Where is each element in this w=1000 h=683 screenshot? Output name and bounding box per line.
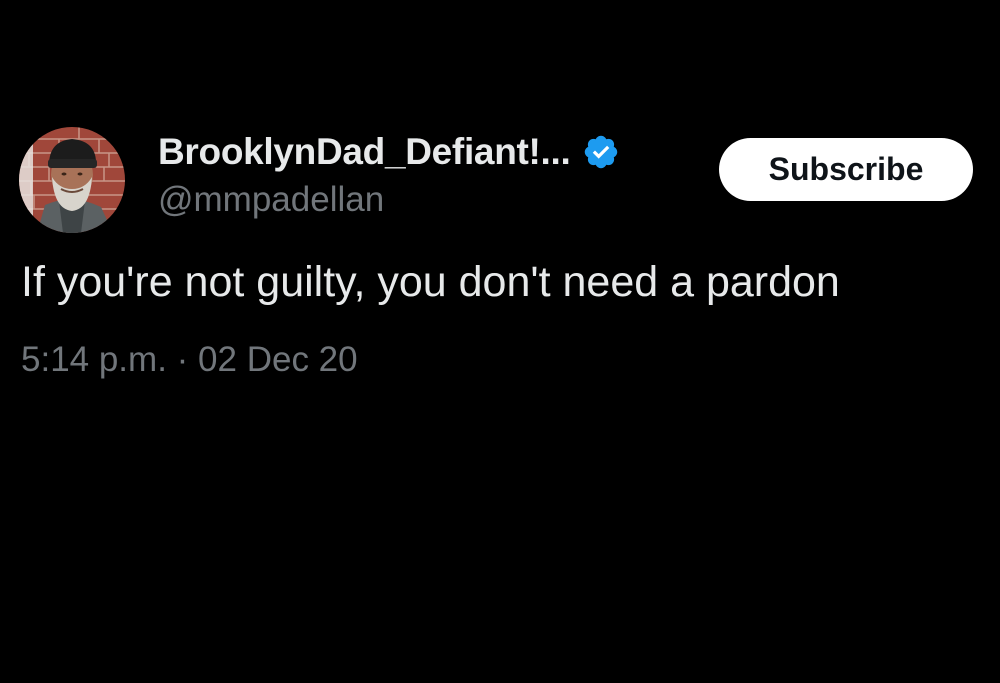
- profile-photo-icon: [19, 127, 125, 233]
- avatar[interactable]: [19, 127, 125, 233]
- tweet-timestamp[interactable]: 5:14 p.m. · 02 Dec 20: [21, 340, 358, 380]
- author-name-row[interactable]: BrooklynDad_Defiant!...: [158, 128, 620, 176]
- author-handle[interactable]: @mmpadellan: [158, 180, 384, 220]
- verified-badge-icon[interactable]: [582, 133, 620, 171]
- display-name[interactable]: BrooklynDad_Defiant!...: [158, 131, 571, 173]
- subscribe-button[interactable]: Subscribe: [719, 138, 973, 201]
- tweet-date[interactable]: 02 Dec 20: [198, 340, 358, 379]
- tweet-text: If you're not guilty, you don't need a p…: [21, 258, 840, 306]
- meta-separator: ·: [176, 340, 189, 379]
- tweet-time[interactable]: 5:14 p.m.: [21, 340, 167, 379]
- tweet-view: BrooklynDad_Defiant!... @mmpadellan Subs…: [0, 0, 1000, 683]
